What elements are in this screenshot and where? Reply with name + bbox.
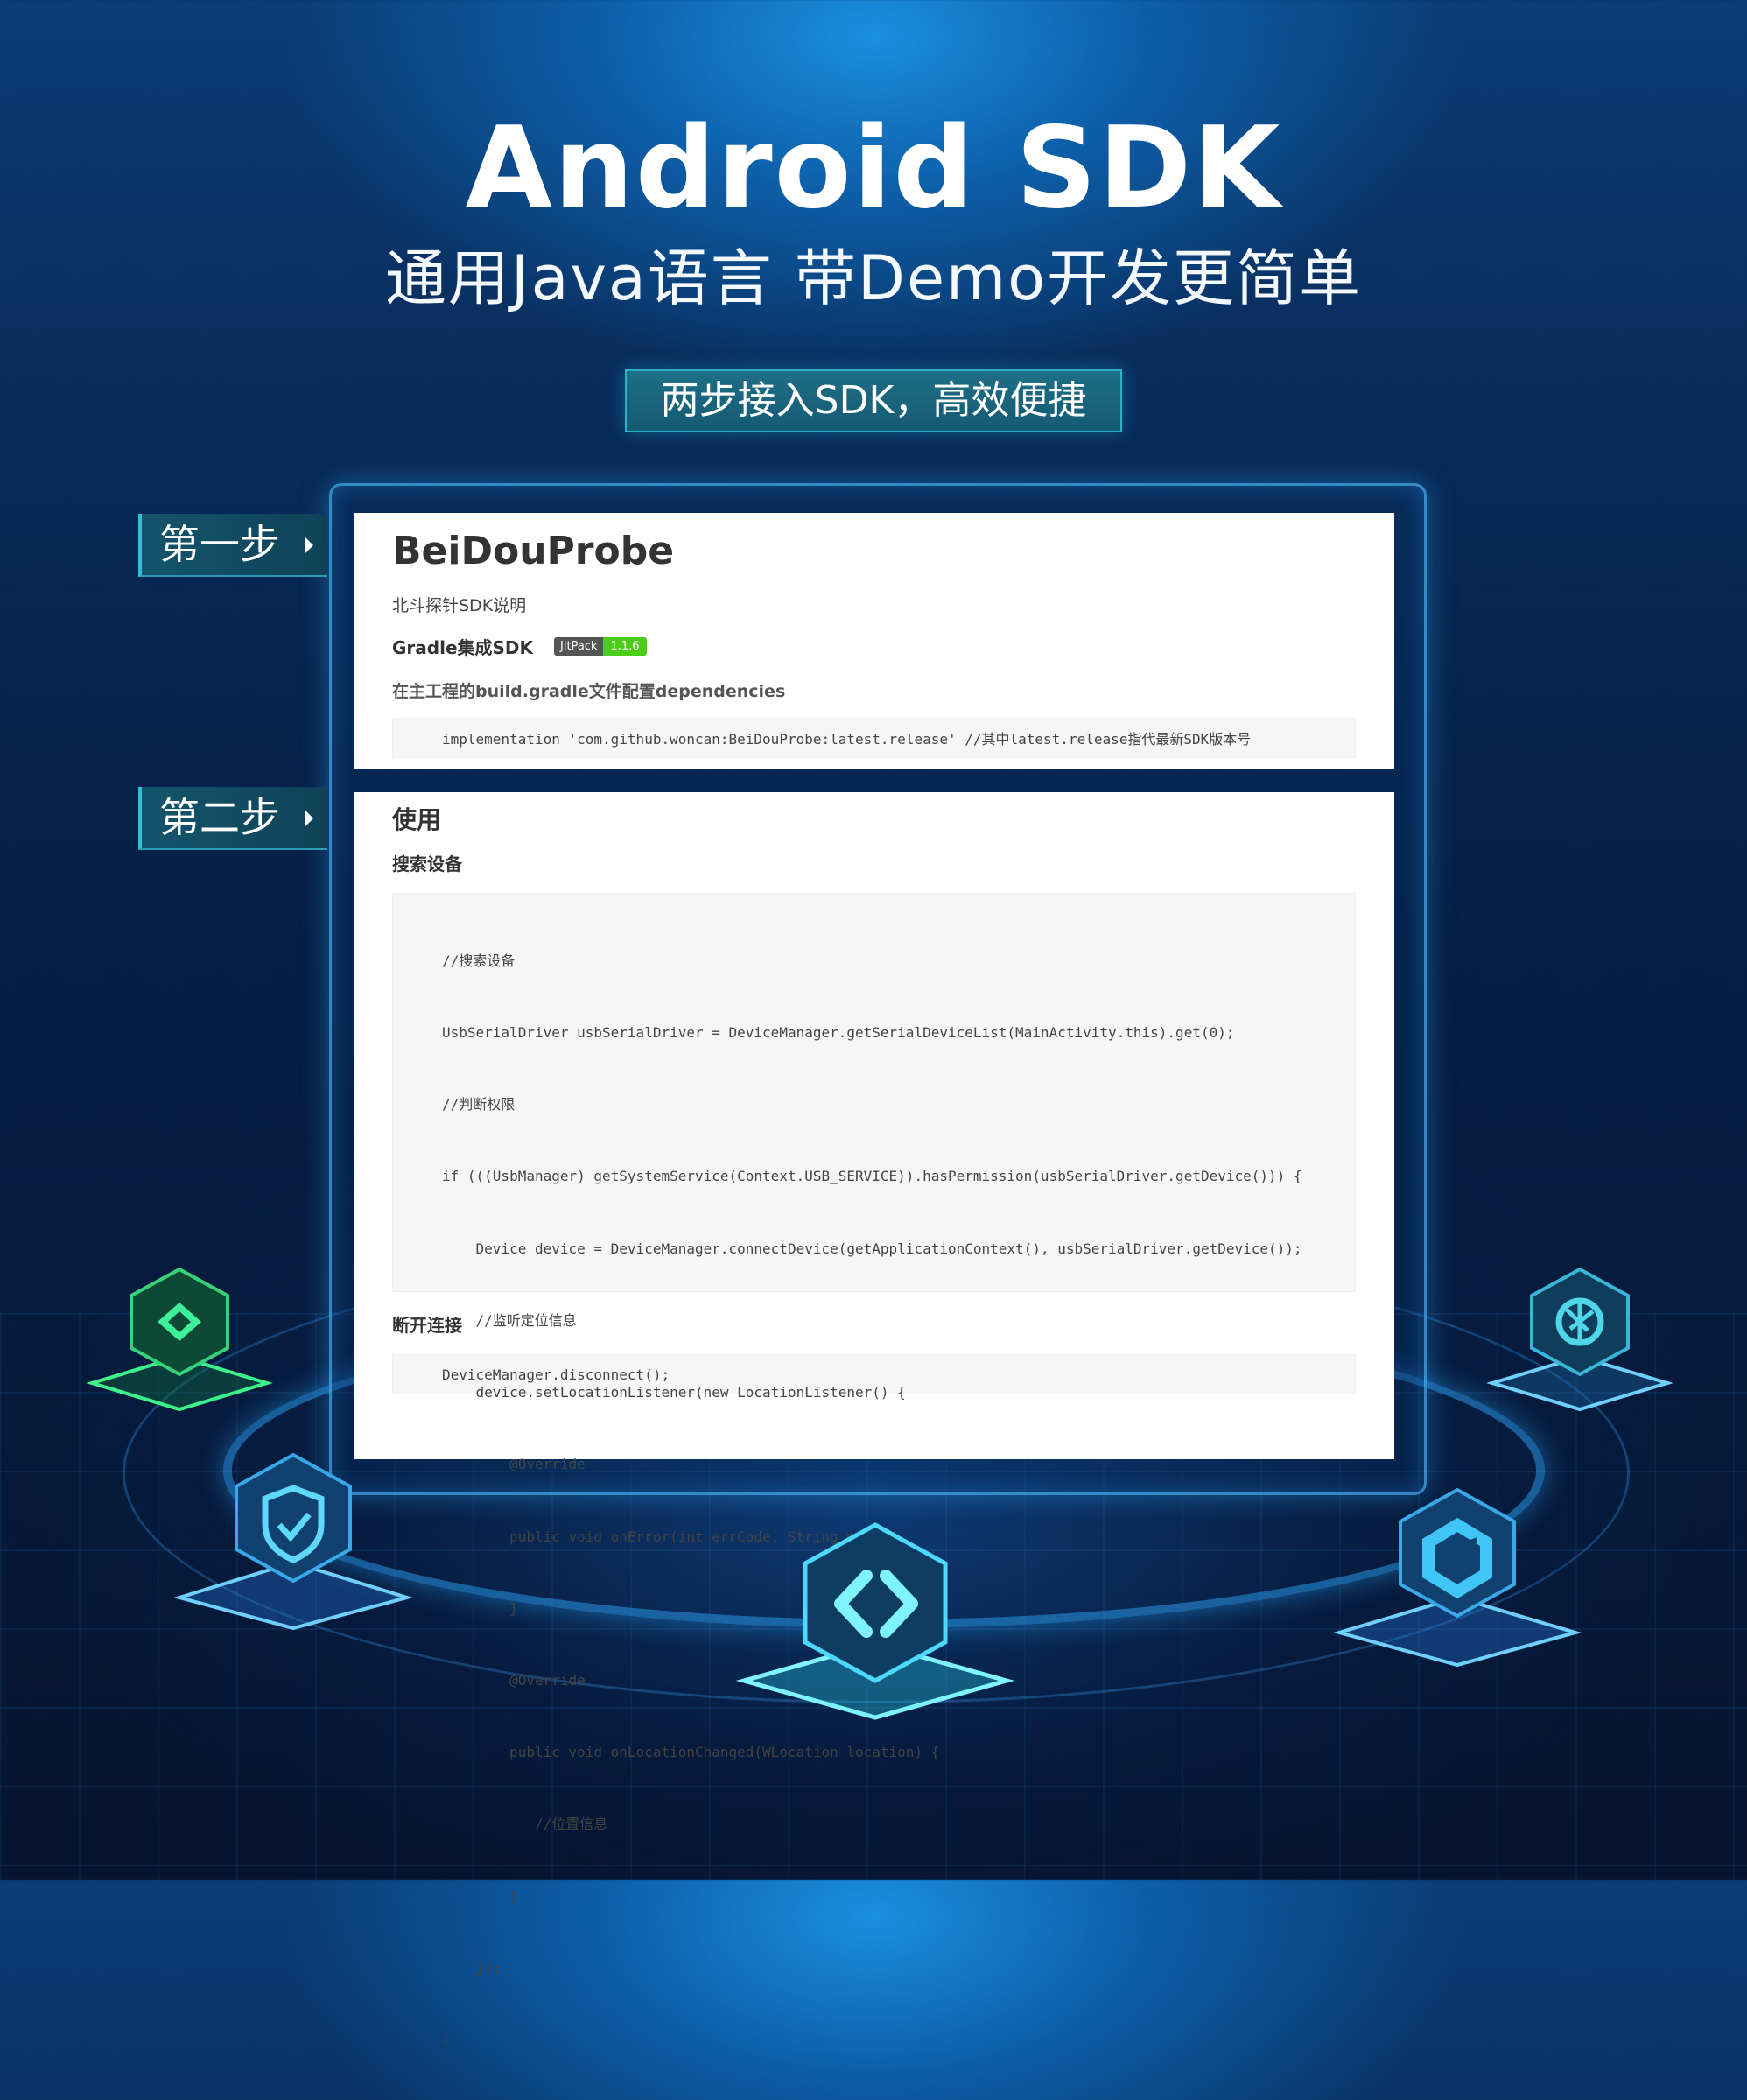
search-code-block: //搜索设备 UsbSerialDriver usbSerialDriver =… [392,893,1356,2048]
step-one-tag: 第一步 [138,514,327,577]
code-line: //位置信息 [442,1816,608,1833]
step-one-label: 第一步 [159,521,280,568]
jitpack-badge[interactable]: JitPack 1.1.6 [554,637,647,656]
implementation-code-block: implementation 'com.github.woncan:BeiDou… [392,718,1356,758]
platform-shutter [1486,1267,1673,1412]
doc-panel-usage: 使用 搜索设备 //搜索设备 UsbSerialDriver usbSerial… [354,792,1394,2048]
caret-right-icon [305,810,313,827]
doc-description: 北斗探针SDK说明 [392,596,527,615]
platform-diamond [86,1267,273,1412]
code-line: public void onLocationChanged(WLocation … [442,1744,940,1761]
platform-code [735,1522,1015,1720]
code-line: @Override [442,1456,586,1473]
search-heading: 搜索设备 [392,853,462,874]
code-line: //搜索设备 [442,952,516,969]
badge-left: JitPack [554,637,604,656]
platform-shield [172,1452,414,1631]
doc-title: BeiDouProbe [392,529,675,573]
usage-heading: 使用 [392,805,442,834]
doc-panel-install: BeiDouProbe 北斗探针SDK说明 Gradle集成SDK JitPac… [354,513,1394,769]
badge-version: 1.1.6 [603,637,647,656]
dependencies-note: 在主工程的build.gradle文件配置dependencies [392,682,786,701]
step-two-tag: 第二步 [138,787,327,850]
gradle-heading: Gradle集成SDK [392,637,534,658]
code-line: } [442,2032,451,2049]
code-line: }); [442,1959,502,1977]
code-line: Device device = DeviceManager.connectDev… [442,1240,1302,1257]
page-title: Android SDK [465,103,1282,234]
step-two-label: 第二步 [159,794,280,841]
platform-hexlogo [1332,1487,1582,1668]
code-line: //判断权限 [442,1096,516,1113]
page-subtitle: 通用Java语言 带Demo开发更简单 [384,242,1363,314]
code-line: UsbSerialDriver usbSerialDriver = Device… [442,1024,1235,1042]
steps-banner: 两步接入SDK，高效便捷 [625,369,1122,432]
code-line: if (((UsbManager) getSystemService(Conte… [442,1168,1302,1185]
gradle-row: Gradle集成SDK JitPack 1.1.6 [392,634,1356,659]
code-line: } [442,1887,518,1905]
caret-right-icon [305,537,313,554]
